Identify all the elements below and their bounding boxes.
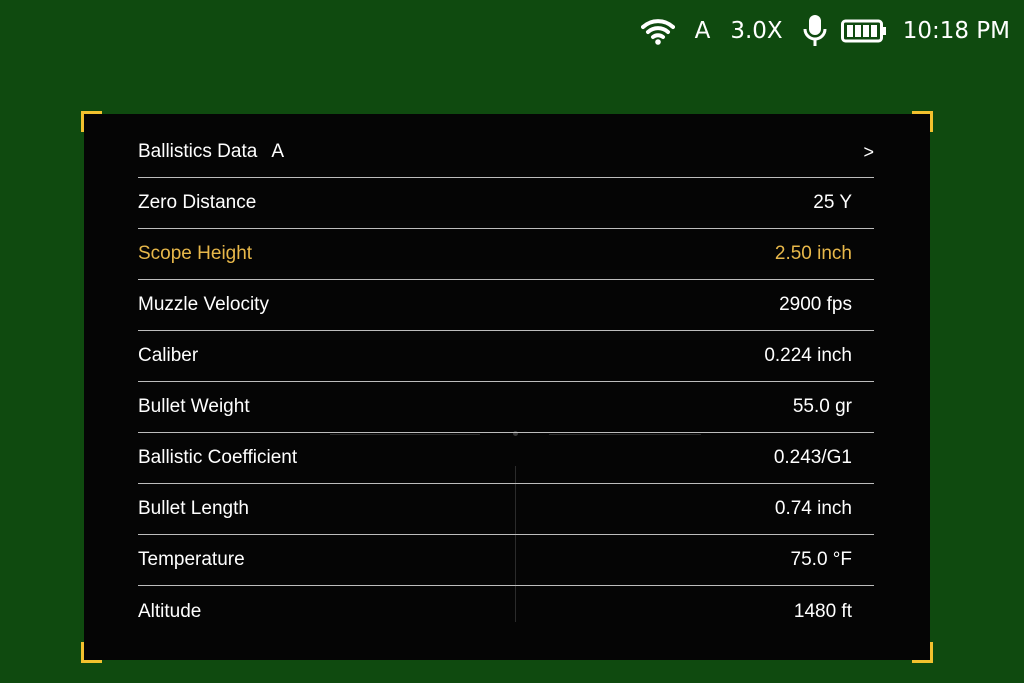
row-label: Temperature — [138, 549, 245, 570]
wifi-icon — [640, 17, 675, 45]
row-value: 25 Y — [813, 192, 852, 213]
list-item-bullet-length[interactable]: Bullet Length 0.74 inch — [138, 484, 874, 535]
row-label: Bullet Weight — [138, 396, 250, 417]
status-bar: A 3.0X 10:18 PM — [640, 8, 1010, 54]
list-item-ballistic-coefficient[interactable]: Ballistic Coefficient 0.243/G1 — [138, 433, 874, 484]
row-value: 0.243/G1 — [773, 447, 852, 468]
row-label: Bullet Length — [138, 498, 249, 519]
list-item-scope-height[interactable]: Scope Height 2.50 inch — [138, 229, 874, 280]
clock-time: 10:18 PM — [902, 18, 1010, 44]
list-item-bullet-weight[interactable]: Bullet Weight 55.0 gr — [138, 382, 874, 433]
corner-bracket-bottom-left — [81, 642, 102, 663]
row-value: 2.50 inch — [774, 243, 852, 264]
row-label: Muzzle Velocity — [138, 294, 269, 315]
list-item-altitude[interactable]: Altitude 1480 ft — [138, 586, 874, 637]
row-label: Caliber — [138, 345, 199, 366]
ballistics-list: Ballistics Data A > Zero Distance 25 Y Sc… — [138, 127, 874, 637]
list-item-temperature[interactable]: Temperature 75.0 °F — [138, 535, 874, 586]
ballistics-title-text: Ballistics Data — [138, 141, 258, 162]
profile-label: A — [271, 141, 285, 162]
chevron-right-icon[interactable]: > — [863, 142, 874, 163]
ballistics-header-row[interactable]: Ballistics Data A > — [138, 127, 874, 178]
row-value: 2900 fps — [779, 294, 852, 315]
row-value: 75.0 °F — [790, 549, 852, 570]
corner-bracket-top-left — [81, 111, 102, 132]
corner-bracket-top-right — [912, 111, 933, 132]
mode-indicator: A — [694, 18, 711, 44]
row-label: Scope Height — [138, 243, 253, 264]
battery-icon — [840, 19, 887, 43]
zoom-level: 3.0X — [730, 18, 783, 44]
row-value: 1480 ft — [793, 600, 852, 622]
row-label: Altitude — [138, 600, 202, 622]
list-item-muzzle-velocity[interactable]: Muzzle Velocity 2900 fps — [138, 280, 874, 331]
ballistics-title: Ballistics Data A — [138, 141, 284, 163]
row-label: Zero Distance — [138, 192, 257, 213]
ballistics-panel: Ballistics Data A > Zero Distance 25 Y Sc… — [81, 111, 933, 663]
row-value: 0.74 inch — [774, 498, 852, 519]
row-label: Ballistic Coefficient — [138, 447, 298, 468]
list-item-caliber[interactable]: Caliber 0.224 inch — [138, 331, 874, 382]
microphone-icon — [803, 14, 827, 48]
row-value: 0.224 inch — [764, 345, 852, 366]
list-item-zero-distance[interactable]: Zero Distance 25 Y — [138, 178, 874, 229]
corner-bracket-bottom-right — [912, 642, 933, 663]
row-value: 55.0 gr — [792, 396, 852, 417]
